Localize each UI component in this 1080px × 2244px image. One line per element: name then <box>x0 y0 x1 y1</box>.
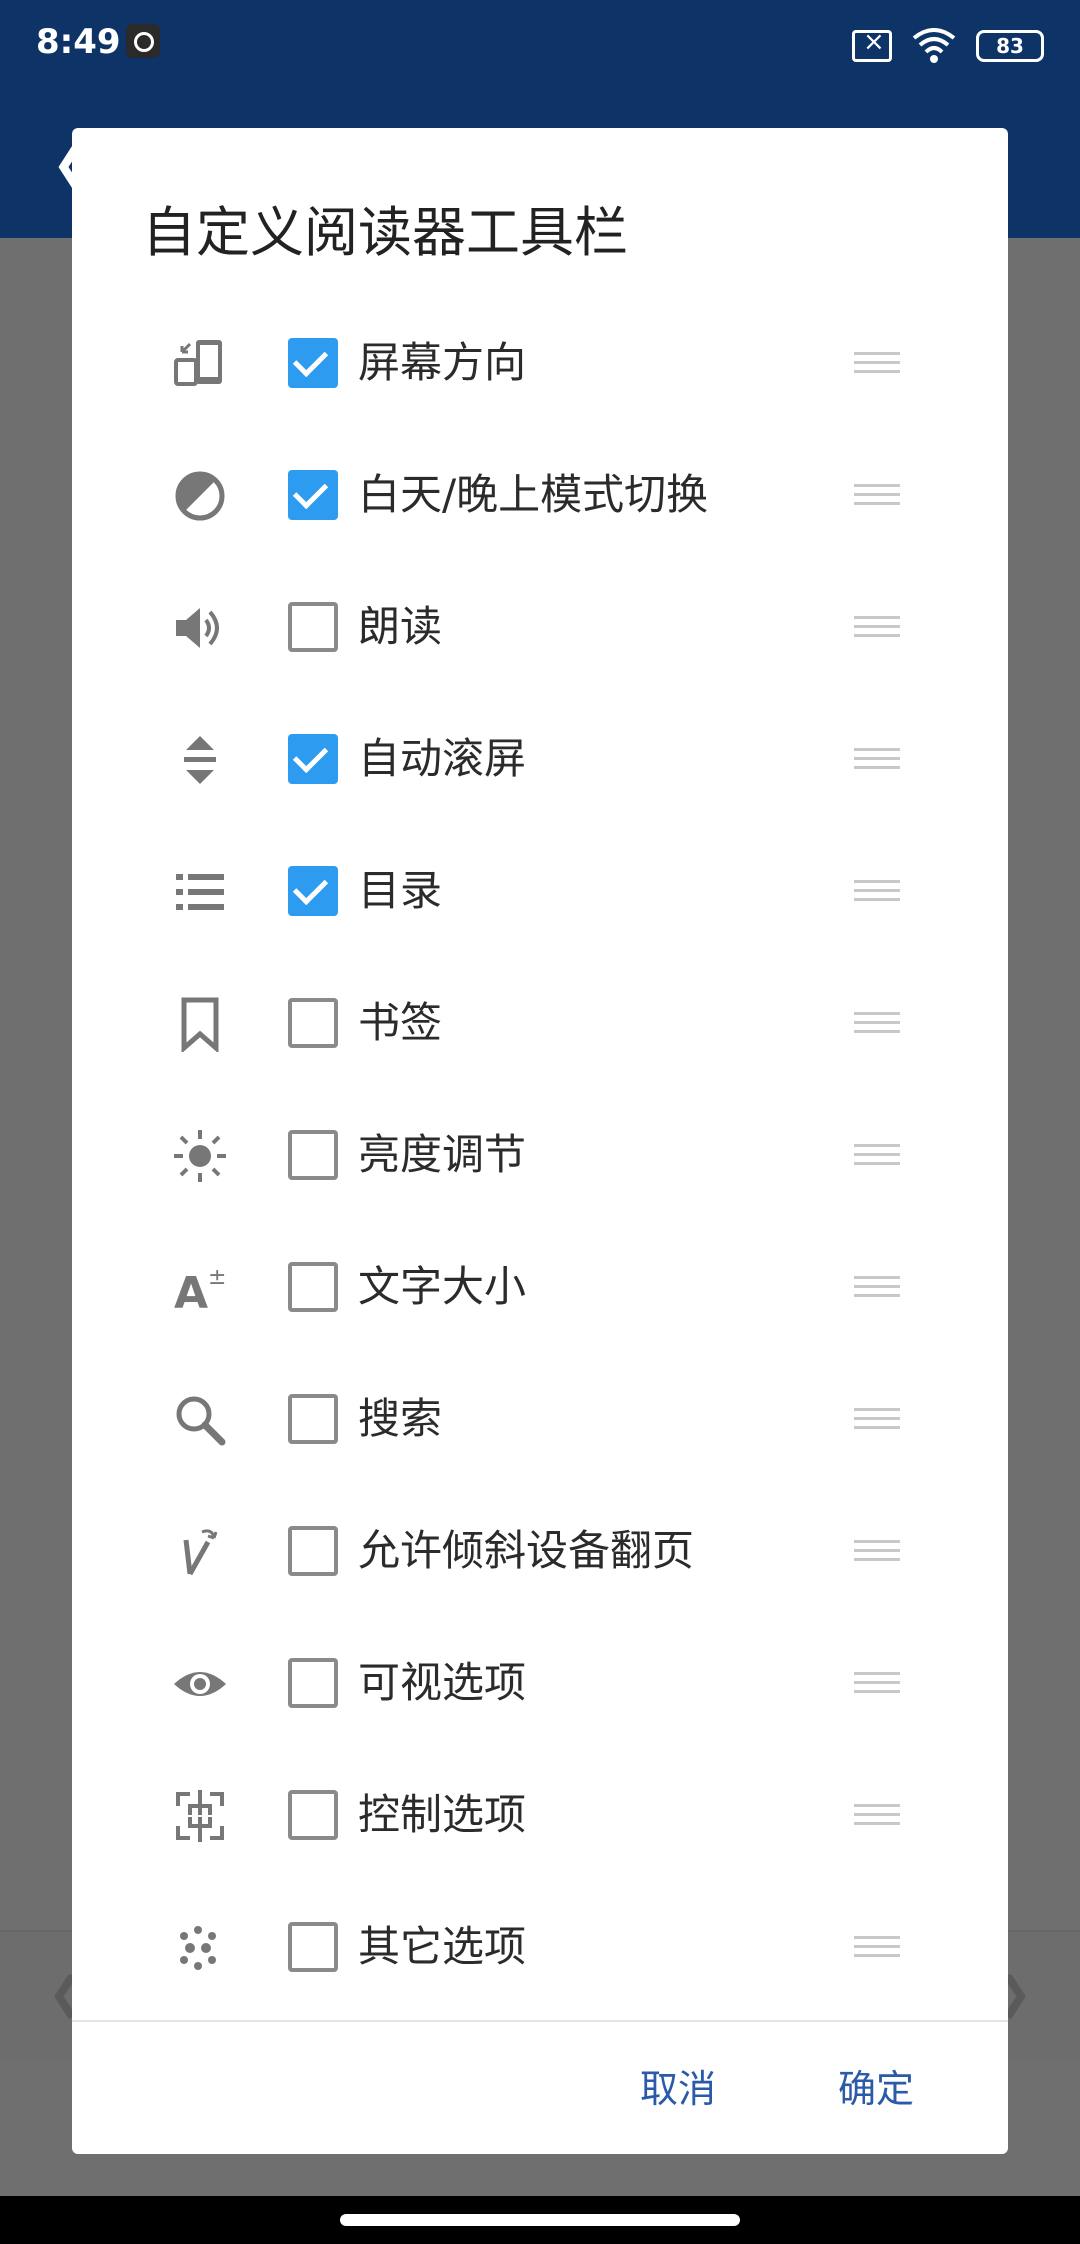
item-label: 允许倾斜设备翻页 <box>358 1526 695 1575</box>
auto-scroll-icon <box>172 732 228 788</box>
item-checkbox[interactable] <box>288 734 338 784</box>
drag-handle-icon[interactable] <box>854 1408 900 1430</box>
list-item[interactable]: A ± 文字大小 <box>72 1222 1008 1354</box>
list-item[interactable]: 搜索 <box>72 1354 1008 1486</box>
drag-handle-icon[interactable] <box>854 1672 900 1694</box>
list-item[interactable]: 书签 <box>72 958 1008 1090</box>
list-icon <box>172 864 228 920</box>
confirm-button[interactable]: 确定 <box>838 2058 914 2113</box>
status-bar: 8:49 83 <box>0 0 1080 96</box>
volume-icon <box>172 600 228 656</box>
sim-off-icon <box>852 27 892 62</box>
item-checkbox[interactable] <box>288 1526 338 1576</box>
wifi-icon <box>912 28 956 63</box>
contrast-icon <box>172 468 228 524</box>
drag-handle-icon[interactable] <box>854 616 900 638</box>
customize-toolbar-dialog: 自定义阅读器工具栏 屏幕方向 白天/晚上模式切换 朗读 自动滚屏 目录 书签 亮… <box>72 128 1008 2154</box>
list-item[interactable]: 控制选项 <box>72 1750 1008 1882</box>
item-label: 自动滚屏 <box>358 734 527 783</box>
status-icons: 83 <box>852 27 1044 64</box>
drag-handle-icon[interactable] <box>854 1936 900 1958</box>
search-icon <box>172 1392 228 1448</box>
tilt-icon <box>172 1524 228 1580</box>
item-checkbox[interactable] <box>288 1658 338 1708</box>
list-item[interactable]: 可视选项 <box>72 1618 1008 1750</box>
home-gesture-bar[interactable] <box>340 2214 740 2226</box>
dialog-title: 自定义阅读器工具栏 <box>142 201 628 264</box>
svg-text:A: A <box>174 1268 208 1316</box>
status-time: 8:49 <box>36 22 121 62</box>
eye-icon <box>172 1656 228 1712</box>
item-checkbox[interactable] <box>288 602 338 652</box>
svg-text:±: ± <box>208 1265 226 1290</box>
drag-handle-icon[interactable] <box>854 1012 900 1034</box>
list-item[interactable]: 亮度调节 <box>72 1090 1008 1222</box>
drag-handle-icon[interactable] <box>854 748 900 770</box>
item-label: 目录 <box>358 866 443 915</box>
brightness-icon <box>172 1128 228 1184</box>
toolbar-item-list: 屏幕方向 白天/晚上模式切换 朗读 自动滚屏 目录 书签 亮度调节 A ± 文字… <box>72 298 1008 2014</box>
screen: 8:49 83 ❮ ⋮ ❮ ❯ 自定义阅读器工具栏 <box>0 0 1080 2244</box>
system-nav-bar <box>0 2196 1080 2244</box>
item-label: 亮度调节 <box>358 1130 527 1179</box>
cancel-button[interactable]: 取消 <box>640 2058 716 2113</box>
item-checkbox[interactable] <box>288 1790 338 1840</box>
text-size-icon: A ± <box>172 1260 228 1316</box>
item-label: 屏幕方向 <box>358 338 527 387</box>
item-checkbox[interactable] <box>288 1394 338 1444</box>
item-label: 朗读 <box>358 602 443 651</box>
sync-icon <box>126 24 160 58</box>
drag-handle-icon[interactable] <box>854 1144 900 1166</box>
item-label: 书签 <box>358 998 443 1047</box>
battery-icon: 83 <box>976 30 1044 62</box>
item-checkbox[interactable] <box>288 1922 338 1972</box>
item-label: 可视选项 <box>358 1658 527 1707</box>
dialog-divider <box>72 2020 1008 2022</box>
item-label: 白天/晚上模式切换 <box>358 470 709 519</box>
item-checkbox[interactable] <box>288 470 338 520</box>
item-label: 控制选项 <box>358 1790 527 1839</box>
item-checkbox[interactable] <box>288 1262 338 1312</box>
list-item[interactable]: 白天/晚上模式切换 <box>72 430 1008 562</box>
list-item[interactable]: 自动滚屏 <box>72 694 1008 826</box>
item-label: 搜索 <box>358 1394 443 1443</box>
item-label: 文字大小 <box>358 1262 527 1311</box>
drag-handle-icon[interactable] <box>854 1804 900 1826</box>
bookmark-icon <box>172 996 228 1052</box>
list-item[interactable]: 目录 <box>72 826 1008 958</box>
item-checkbox[interactable] <box>288 338 338 388</box>
control-icon <box>172 1788 228 1844</box>
drag-handle-icon[interactable] <box>854 352 900 374</box>
screen-rotation-icon <box>172 336 228 392</box>
list-item[interactable]: 屏幕方向 <box>72 298 1008 430</box>
drag-handle-icon[interactable] <box>854 1540 900 1562</box>
item-label: 其它选项 <box>358 1922 527 1971</box>
item-checkbox[interactable] <box>288 866 338 916</box>
list-item[interactable]: 允许倾斜设备翻页 <box>72 1486 1008 1618</box>
dots-icon <box>172 1920 228 1976</box>
item-checkbox[interactable] <box>288 1130 338 1180</box>
item-checkbox[interactable] <box>288 998 338 1048</box>
list-item[interactable]: 其它选项 <box>72 1882 1008 2014</box>
drag-handle-icon[interactable] <box>854 484 900 506</box>
list-item[interactable]: 朗读 <box>72 562 1008 694</box>
drag-handle-icon[interactable] <box>854 880 900 902</box>
drag-handle-icon[interactable] <box>854 1276 900 1298</box>
